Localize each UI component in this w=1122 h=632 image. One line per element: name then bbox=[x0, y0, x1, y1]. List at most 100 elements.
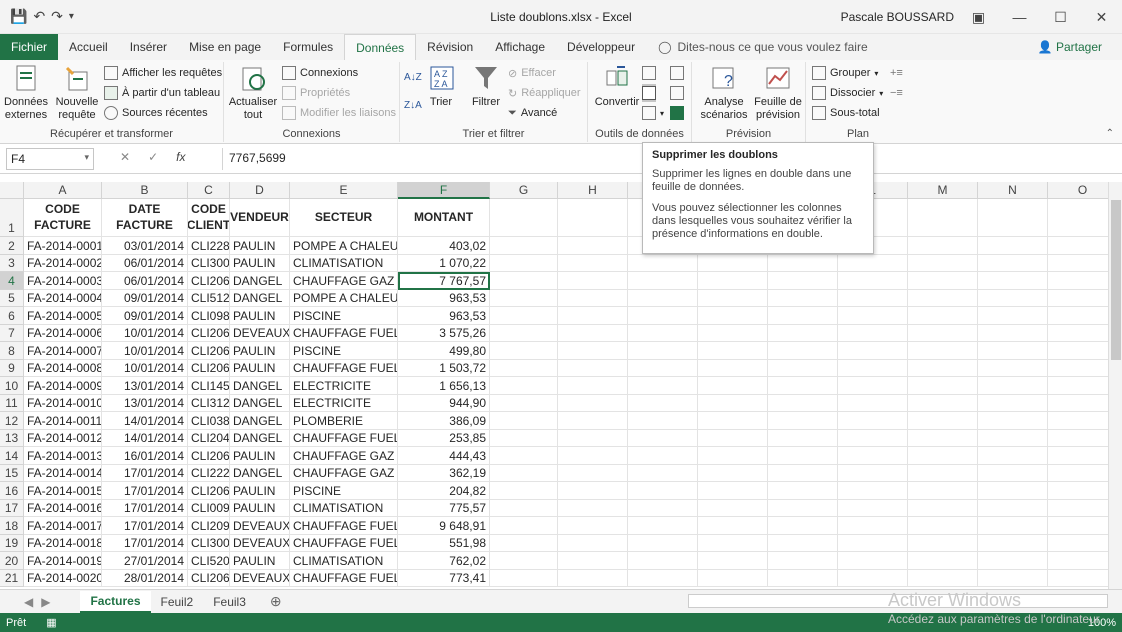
cell-e5[interactable]: POMPE A CHALEUR bbox=[290, 289, 398, 307]
cell-o13[interactable] bbox=[1048, 430, 1108, 447]
cell-k5[interactable] bbox=[768, 289, 838, 307]
cell-d5[interactable]: DANGEL bbox=[230, 289, 290, 307]
cell-l17[interactable] bbox=[838, 499, 908, 517]
cell-a20[interactable]: FA-2014-0019 bbox=[24, 552, 102, 570]
cell-o10[interactable] bbox=[1048, 377, 1108, 395]
row-header[interactable]: 9 bbox=[0, 359, 24, 377]
cell-j4[interactable] bbox=[698, 272, 768, 290]
row-header[interactable]: 8 bbox=[0, 342, 24, 360]
cell-m15[interactable] bbox=[908, 464, 978, 482]
cell-l16[interactable] bbox=[838, 482, 908, 500]
cell-o3[interactable] bbox=[1048, 255, 1108, 272]
column-header-a[interactable]: A bbox=[24, 182, 102, 199]
ungroup-button[interactable]: Dissocier ▾ bbox=[812, 84, 883, 102]
data-model-button[interactable] bbox=[670, 104, 684, 122]
cell-a3[interactable]: FA-2014-0002 bbox=[24, 254, 102, 272]
cell-d16[interactable]: PAULIN bbox=[230, 482, 290, 500]
cell-e16[interactable]: PISCINE bbox=[290, 482, 398, 500]
cell-a5[interactable]: FA-2014-0004 bbox=[24, 289, 102, 307]
cell-i9[interactable] bbox=[628, 359, 698, 377]
cell-b8[interactable]: 10/01/2014 bbox=[102, 342, 188, 360]
cell-h19[interactable] bbox=[558, 534, 628, 552]
cell-m6[interactable] bbox=[908, 307, 978, 325]
cell-m18[interactable] bbox=[908, 517, 978, 535]
cell-g2[interactable] bbox=[490, 237, 558, 255]
cell-d6[interactable]: PAULIN bbox=[230, 307, 290, 325]
maximize-button[interactable]: ☐ bbox=[1040, 0, 1081, 34]
cell-b11[interactable]: 13/01/2014 bbox=[102, 394, 188, 412]
cell-k20[interactable] bbox=[768, 552, 838, 570]
cell-b1[interactable]: DATE FACTURE bbox=[102, 199, 188, 237]
cell-o19[interactable] bbox=[1048, 535, 1108, 552]
cell-k15[interactable] bbox=[768, 464, 838, 482]
cell-e15[interactable]: CHAUFFAGE GAZ bbox=[290, 464, 398, 482]
filter-button[interactable]: Filtrer bbox=[466, 62, 506, 109]
cell-h5[interactable] bbox=[558, 289, 628, 307]
cell-g10[interactable] bbox=[490, 377, 558, 395]
cell-b15[interactable]: 17/01/2014 bbox=[102, 464, 188, 482]
cell-e12[interactable]: PLOMBERIE bbox=[290, 412, 398, 430]
cell-l18[interactable] bbox=[838, 517, 908, 535]
row-header[interactable]: 10 bbox=[0, 377, 24, 395]
cell-f19[interactable]: 551,98 bbox=[398, 534, 490, 552]
show-detail-icon[interactable]: +≡ bbox=[890, 64, 903, 82]
cell-b9[interactable]: 10/01/2014 bbox=[102, 359, 188, 377]
cell-d8[interactable]: PAULIN bbox=[230, 342, 290, 360]
cell-d20[interactable]: PAULIN bbox=[230, 552, 290, 570]
cell-a8[interactable]: FA-2014-0007 bbox=[24, 342, 102, 360]
user-name[interactable]: Pascale BOUSSARD bbox=[841, 10, 954, 24]
cell-e19[interactable]: CHAUFFAGE FUEL bbox=[290, 534, 398, 552]
name-box[interactable]: F4 ▾ bbox=[6, 148, 94, 170]
cell-j20[interactable] bbox=[698, 552, 768, 570]
cell-j7[interactable] bbox=[698, 324, 768, 342]
cell-n17[interactable] bbox=[978, 499, 1048, 517]
cell-d11[interactable]: DANGEL bbox=[230, 394, 290, 412]
recent-sources-button[interactable]: Sources récentes bbox=[104, 104, 208, 122]
cell-m1[interactable] bbox=[908, 199, 978, 237]
cell-m21[interactable] bbox=[908, 569, 978, 587]
row-header[interactable]: 17 bbox=[0, 499, 24, 517]
row-header[interactable]: 16 bbox=[0, 482, 24, 500]
cell-m13[interactable] bbox=[908, 429, 978, 447]
select-all-corner[interactable] bbox=[0, 182, 24, 199]
cell-k14[interactable] bbox=[768, 447, 838, 465]
cell-m2[interactable] bbox=[908, 237, 978, 255]
cell-j13[interactable] bbox=[698, 429, 768, 447]
cell-n21[interactable] bbox=[978, 569, 1048, 587]
cell-b17[interactable]: 17/01/2014 bbox=[102, 499, 188, 517]
cell-h16[interactable] bbox=[558, 482, 628, 500]
cell-a19[interactable]: FA-2014-0018 bbox=[24, 534, 102, 552]
cell-k21[interactable] bbox=[768, 569, 838, 587]
enter-icon[interactable]: ✓ bbox=[148, 150, 158, 164]
cell-n13[interactable] bbox=[978, 429, 1048, 447]
cell-n9[interactable] bbox=[978, 359, 1048, 377]
cell-k12[interactable] bbox=[768, 412, 838, 430]
cell-f20[interactable]: 762,02 bbox=[398, 552, 490, 570]
cell-c9[interactable]: CLI206 bbox=[188, 359, 230, 377]
cell-m19[interactable] bbox=[908, 534, 978, 552]
edit-links-button[interactable]: Modifier les liaisons bbox=[282, 104, 396, 122]
sheet-tab-factures[interactable]: Factures bbox=[80, 590, 151, 613]
cell-h12[interactable] bbox=[558, 412, 628, 430]
row-header[interactable]: 21 bbox=[0, 569, 24, 587]
cell-c21[interactable]: CLI206 bbox=[188, 569, 230, 587]
cell-j14[interactable] bbox=[698, 447, 768, 465]
cell-a12[interactable]: FA-2014-0011 bbox=[24, 412, 102, 430]
cell-e11[interactable]: ELECTRICITE bbox=[290, 394, 398, 412]
cell-g7[interactable] bbox=[490, 324, 558, 342]
cell-f5[interactable]: 963,53 bbox=[398, 289, 490, 307]
show-queries-button[interactable]: Afficher les requêtes bbox=[104, 64, 222, 82]
tab-insert[interactable]: Insérer bbox=[119, 34, 178, 60]
cell-a7[interactable]: FA-2014-0006 bbox=[24, 324, 102, 342]
cell-k7[interactable] bbox=[768, 324, 838, 342]
cell-m5[interactable] bbox=[908, 289, 978, 307]
cell-n4[interactable] bbox=[978, 272, 1048, 290]
cell-i21[interactable] bbox=[628, 569, 698, 587]
sort-za-icon[interactable]: Z↓A bbox=[404, 96, 422, 114]
cell-l8[interactable] bbox=[838, 342, 908, 360]
cell-j10[interactable] bbox=[698, 377, 768, 395]
cell-n5[interactable] bbox=[978, 289, 1048, 307]
cell-l21[interactable] bbox=[838, 569, 908, 587]
cell-n14[interactable] bbox=[978, 447, 1048, 465]
subtotal-button[interactable]: Sous-total bbox=[812, 104, 880, 122]
